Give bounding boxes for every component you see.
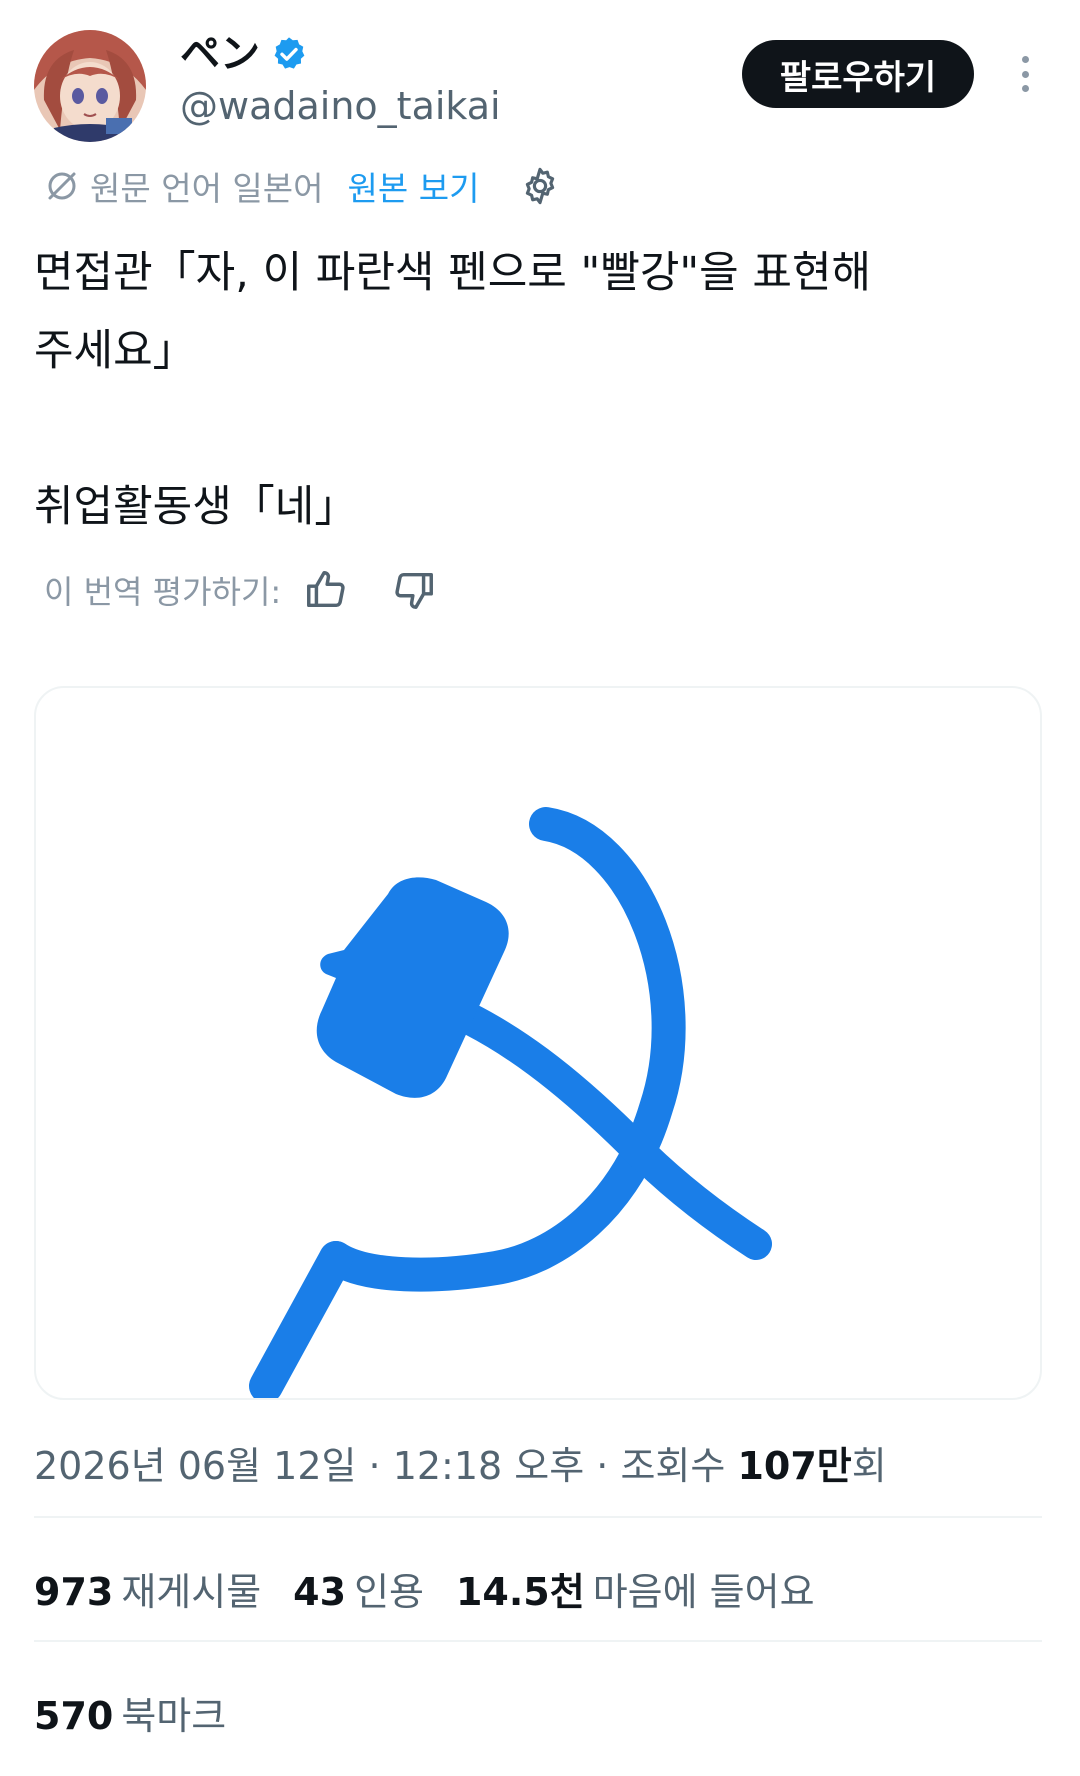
tweet-media-image[interactable] (34, 686, 1042, 1400)
likes-count: 14.5천 (455, 1570, 585, 1614)
divider (34, 1640, 1042, 1642)
tweet-time[interactable]: 12:18 오후 (393, 1444, 585, 1488)
reposts-label: 재게시물 (121, 1570, 262, 1614)
tweet-date[interactable]: 2026년 06월 12일 (34, 1444, 356, 1488)
views-suffix: 회 (851, 1444, 887, 1488)
rate-translation-label: 이 번역 평가하기: (44, 573, 282, 611)
author-name-row[interactable]: ペン (180, 30, 308, 78)
tweet-text: 면접관「자, 이 파란색 펜으로 "빨강"을 표현해 주세요」 취업활동생「네」 (34, 234, 1044, 546)
meta-separator: · (356, 1444, 393, 1488)
follow-button[interactable]: 팔로우하기 (742, 40, 974, 108)
views-count: 107만 (737, 1444, 852, 1488)
show-original-link[interactable]: 원본 보기 (348, 162, 480, 210)
gear-icon[interactable] (519, 165, 561, 207)
tweet-meta: 2026년 06월 12일 · 12:18 오후 · 조회수 107만회 (34, 1440, 887, 1492)
thumbs-up-icon[interactable] (303, 567, 349, 613)
meta-separator: · (584, 1444, 621, 1488)
likes-stat[interactable]: 14.5천 마음에 들어요 (456, 1566, 815, 1618)
bookmarks-label: 북마크 (121, 1694, 227, 1738)
translation-source-label: 원문 언어 일본어 (90, 169, 324, 208)
quotes-count: 43 (293, 1570, 347, 1614)
avatar-image (34, 30, 146, 142)
thumbs-down-icon[interactable] (391, 567, 437, 613)
translation-bar: 원문 언어 일본어 원본 보기 (44, 162, 561, 210)
tweet-text-line: 취업활동생「네」 (34, 482, 358, 532)
reposts-stat[interactable]: 973 재게시물 (34, 1566, 261, 1618)
divider (34, 1516, 1042, 1518)
more-vertical-icon[interactable] (1010, 52, 1040, 96)
translate-slash-icon (44, 168, 80, 204)
avatar[interactable] (34, 30, 146, 142)
author-display-name[interactable]: ペン (180, 30, 260, 78)
reposts-count: 973 (34, 1570, 114, 1614)
likes-label: 마음에 들어요 (592, 1570, 815, 1614)
hammer-and-sickle-drawing (249, 807, 772, 1398)
bookmarks-count: 570 (34, 1694, 114, 1738)
tweet-text-line: 면접관「자, 이 파란색 펜으로 "빨강"을 표현해 (34, 248, 872, 298)
quotes-stat[interactable]: 43 인용 (293, 1566, 424, 1618)
views-label: 조회수 (620, 1444, 738, 1488)
tweet-text-line (34, 390, 1044, 468)
tweet-text-line: 주세요」 (34, 326, 196, 376)
rate-translation-row: 이 번역 평가하기: (44, 566, 437, 614)
quotes-label: 인용 (354, 1570, 424, 1614)
bookmarks-stat[interactable]: 570 북마크 (34, 1690, 226, 1742)
verified-badge-icon (270, 35, 308, 73)
engagement-stats: 973 재게시물 43 인용 14.5천 마음에 들어요 (34, 1566, 815, 1618)
author-handle[interactable]: @wadaino_taikai (180, 82, 501, 130)
